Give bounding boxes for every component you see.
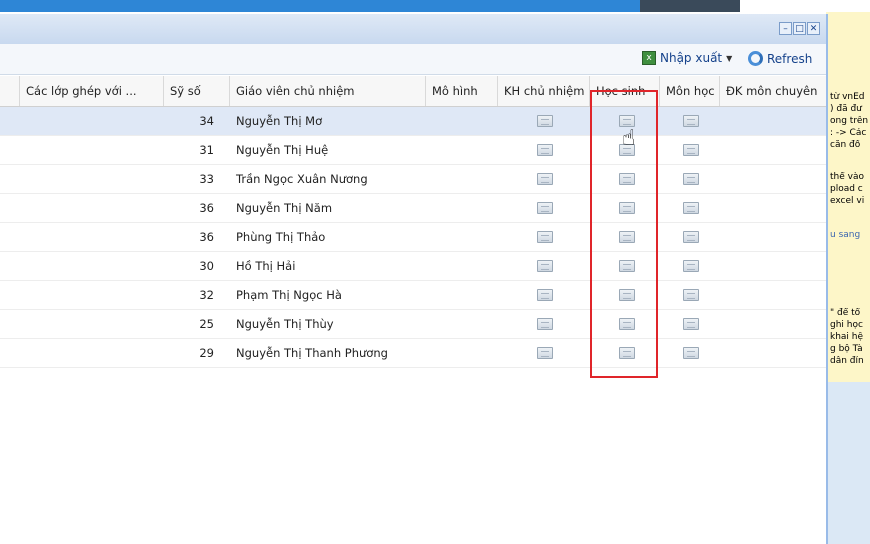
top-dark-strip (640, 0, 740, 12)
bg-line: " để tổ (830, 308, 861, 318)
kh-chu-nhiem-icon[interactable] (537, 173, 553, 185)
siso-cell: 31 (199, 143, 214, 157)
bg-line: dẫn đín (830, 356, 864, 366)
excel-icon: x (642, 51, 656, 65)
siso-cell: 25 (199, 317, 214, 331)
bg-line: ) đã đư (830, 104, 862, 114)
class-list-window: – □ ✕ x Nhập xuất ▼ Refresh Các lớp ghép… (0, 14, 828, 544)
column-header-mohinh[interactable]: Mô hình (426, 76, 498, 106)
bg-link[interactable]: u sang (830, 230, 870, 241)
toolbar: x Nhập xuất ▼ Refresh (0, 44, 826, 75)
kh-chu-nhiem-icon[interactable] (537, 144, 553, 156)
table-row[interactable]: 30 Hồ Thị Hải (0, 252, 826, 281)
siso-cell: 33 (199, 172, 214, 186)
siso-cell: 32 (199, 288, 214, 302)
maximize-button[interactable]: □ (793, 22, 806, 35)
table-row[interactable]: 25 Nguyễn Thị Thùy (0, 310, 826, 339)
table-row[interactable]: 31 Nguyễn Thị Huệ (0, 136, 826, 165)
column-header-dkmon[interactable]: ĐK môn chuyên (720, 76, 826, 106)
hoc-sinh-icon[interactable] (619, 347, 635, 359)
hoc-sinh-icon[interactable] (619, 202, 635, 214)
siso-cell: 36 (199, 230, 214, 244)
background-page: từ vnEd ) đã đư ong trên : -> Các căn đồ… (826, 12, 870, 544)
column-header-khcn[interactable]: KH chủ nhiệm (498, 76, 590, 106)
refresh-button[interactable]: Refresh (748, 51, 812, 66)
refresh-label: Refresh (767, 51, 813, 66)
mon-hoc-icon[interactable] (683, 144, 699, 156)
kh-chu-nhiem-icon[interactable] (537, 289, 553, 301)
kh-chu-nhiem-icon[interactable] (537, 202, 553, 214)
table-row[interactable]: 29 Nguyễn Thị Thanh Phương (0, 339, 826, 368)
table-row[interactable]: 32 Phạm Thị Ngọc Hà (0, 281, 826, 310)
minimize-button[interactable]: – (779, 22, 792, 35)
bg-line: excel vi (830, 196, 865, 206)
class-grid: Các lớp ghép với ... Sỹ số Giáo viên chủ… (0, 76, 826, 368)
teacher-cell: Nguyễn Thị Thanh Phương (236, 346, 388, 360)
column-header-hocsinh[interactable]: Học sinh (590, 76, 660, 106)
kh-chu-nhiem-icon[interactable] (537, 231, 553, 243)
column-header-ghep[interactable]: Các lớp ghép với ... (20, 76, 164, 106)
table-row[interactable]: 36 Nguyễn Thị Năm (0, 194, 826, 223)
mon-hoc-icon[interactable] (683, 289, 699, 301)
teacher-cell: Hồ Thị Hải (236, 259, 296, 273)
export-menu-button[interactable]: x Nhập xuất ▼ (642, 51, 732, 65)
kh-chu-nhiem-icon[interactable] (537, 115, 553, 127)
chevron-down-icon: ▼ (726, 53, 733, 63)
mon-hoc-icon[interactable] (683, 202, 699, 214)
mon-hoc-icon[interactable] (683, 318, 699, 330)
siso-cell: 30 (199, 259, 214, 273)
siso-cell: 36 (199, 201, 214, 215)
mon-hoc-icon[interactable] (683, 115, 699, 127)
bg-blue-area (826, 382, 870, 544)
mon-hoc-icon[interactable] (683, 231, 699, 243)
teacher-cell: Nguyễn Thị Mơ (236, 114, 323, 128)
bg-line: khai hệ (830, 332, 864, 342)
hoc-sinh-icon[interactable] (619, 289, 635, 301)
hand-cursor-icon: ☝ (622, 126, 636, 151)
header-spacer (0, 76, 20, 106)
grid-body: 34 Nguyễn Thị Mơ 31 Nguyễn Thị Huệ 33 Trần Ng… (0, 107, 826, 368)
bg-line: từ vnEd (830, 92, 865, 102)
hoc-sinh-icon[interactable] (619, 231, 635, 243)
mon-hoc-icon[interactable] (683, 347, 699, 359)
kh-chu-nhiem-icon[interactable] (537, 347, 553, 359)
refresh-icon (748, 51, 763, 66)
export-label: Nhập xuất (660, 51, 723, 65)
column-header-monhoc[interactable]: Môn học (660, 76, 720, 106)
window-title-bar[interactable]: – □ ✕ (0, 14, 826, 44)
teacher-cell: Trần Ngọc Xuân Nương (236, 172, 368, 186)
kh-chu-nhiem-icon[interactable] (537, 260, 553, 272)
teacher-cell: Phùng Thị Thảo (236, 230, 326, 244)
table-row[interactable]: 36 Phùng Thị Thảo (0, 223, 826, 252)
teacher-cell: Nguyễn Thị Thùy (236, 317, 334, 331)
teacher-cell: Phạm Thị Ngọc Hà (236, 288, 342, 302)
mon-hoc-icon[interactable] (683, 173, 699, 185)
teacher-cell: Nguyễn Thị Năm (236, 201, 333, 215)
hoc-sinh-icon[interactable] (619, 318, 635, 330)
bg-line: g bộ Tà (830, 344, 863, 354)
grid-header: Các lớp ghép với ... Sỹ số Giáo viên chủ… (0, 76, 826, 107)
table-row[interactable]: 33 Trần Ngọc Xuân Nương (0, 165, 826, 194)
hoc-sinh-icon[interactable] (619, 173, 635, 185)
column-header-siso[interactable]: Sỹ số (164, 76, 230, 106)
table-row[interactable]: 34 Nguyễn Thị Mơ (0, 107, 826, 136)
siso-cell: 29 (199, 346, 214, 360)
column-header-gvcn[interactable]: Giáo viên chủ nhiệm (230, 76, 426, 106)
bg-line: ghi học (830, 320, 863, 330)
hoc-sinh-icon[interactable] (619, 260, 635, 272)
bg-line: : -> Các (830, 128, 867, 138)
siso-cell: 34 (199, 114, 214, 128)
mon-hoc-icon[interactable] (683, 260, 699, 272)
bg-line: pload c (830, 184, 863, 194)
top-blue-strip (0, 0, 640, 12)
window-controls: – □ ✕ (779, 22, 820, 35)
kh-chu-nhiem-icon[interactable] (537, 318, 553, 330)
close-button[interactable]: ✕ (807, 22, 820, 35)
teacher-cell: Nguyễn Thị Huệ (236, 143, 329, 157)
bg-line: thể vào (830, 172, 864, 182)
bg-line: ong trên (830, 116, 869, 126)
bg-line: căn đồ (830, 140, 861, 150)
